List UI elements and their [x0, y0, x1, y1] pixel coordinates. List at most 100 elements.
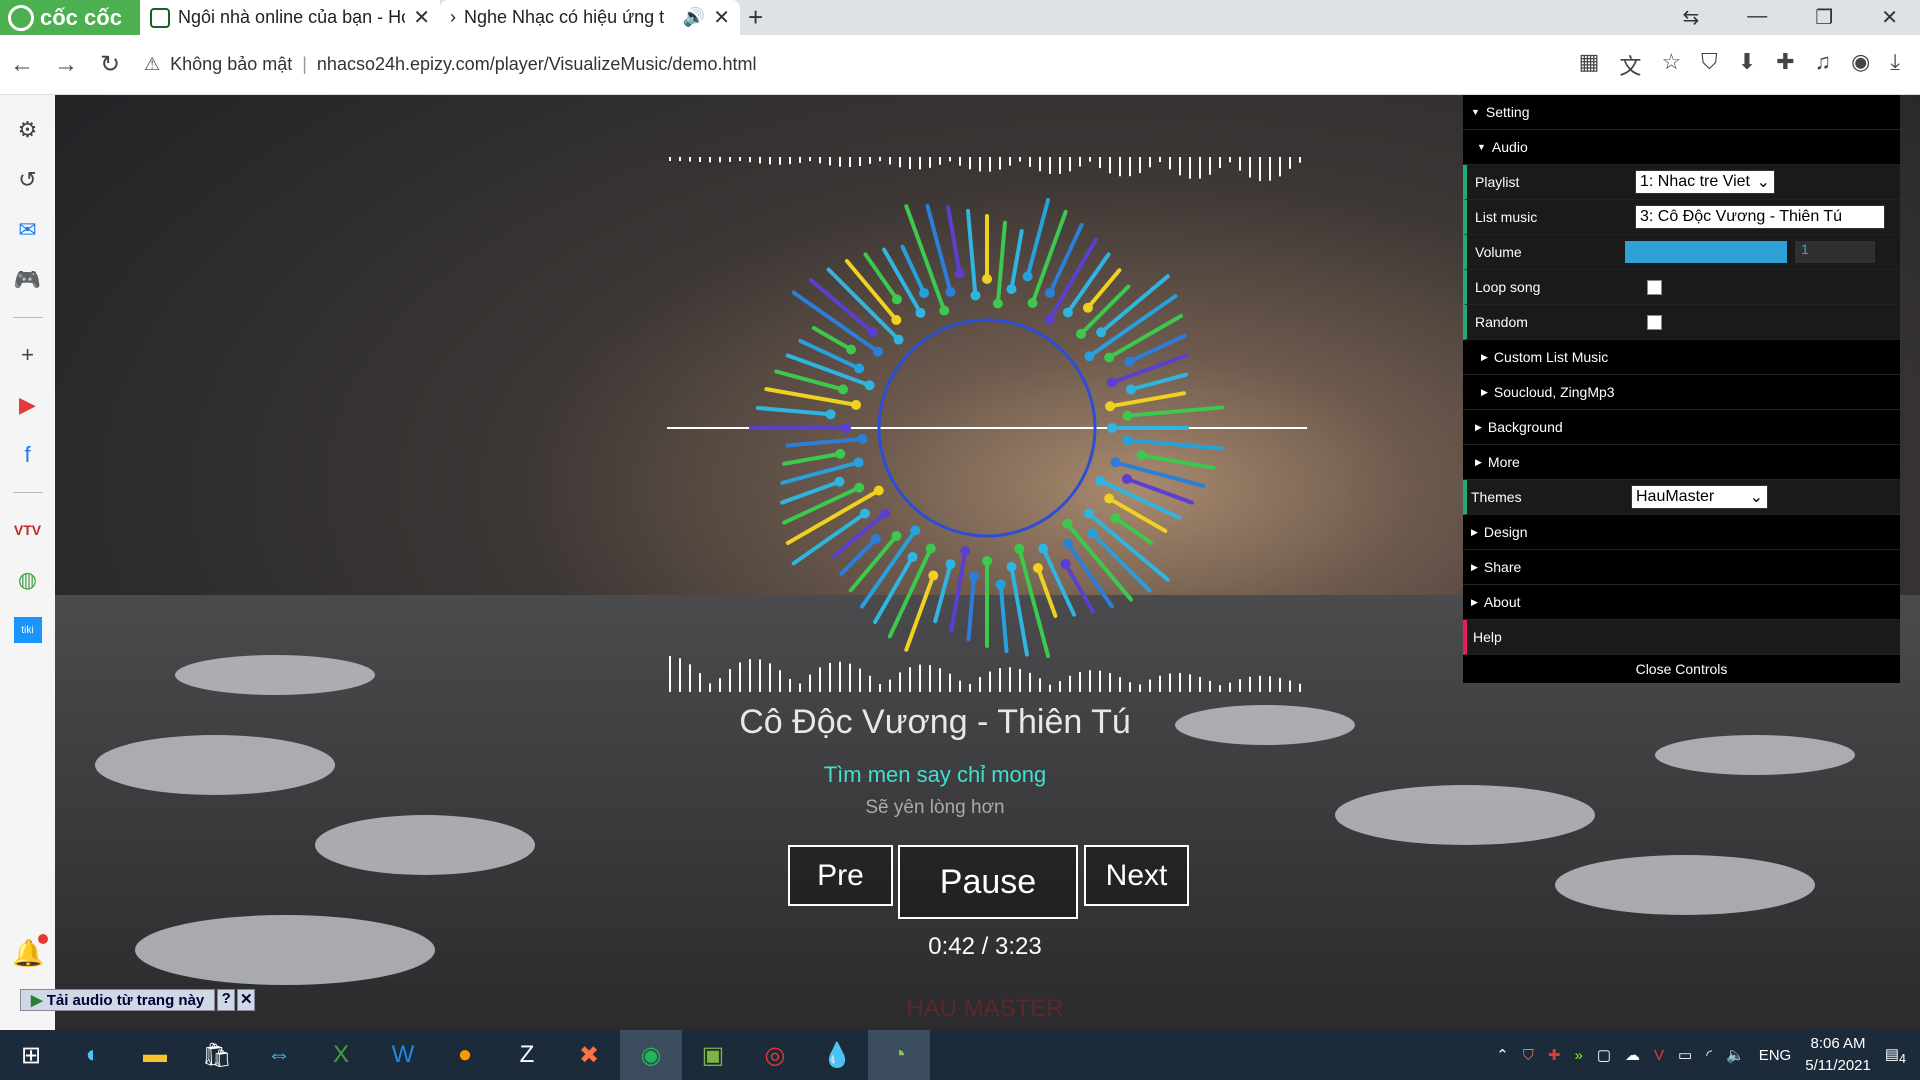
about-folder[interactable]: ▶ About [1463, 585, 1900, 620]
music-icon[interactable]: ♫ [1815, 49, 1832, 81]
speaker-icon[interactable]: 🔊 [683, 7, 705, 28]
loop-checkbox[interactable] [1647, 279, 1662, 295]
visualizer-ray-tip [945, 286, 956, 297]
volume-input[interactable]: 1 [1795, 241, 1875, 263]
browser-app-icon[interactable]: ● [434, 1030, 496, 1080]
visualizer-ray-tip [1105, 401, 1116, 412]
notification-center-icon[interactable]: ▤4 [1885, 1045, 1906, 1066]
new-tab-button[interactable]: + [748, 2, 763, 33]
chevron-up-icon[interactable]: ⌃ [1496, 1046, 1509, 1064]
download-audio-button[interactable]: ▶ Tải audio từ trang này [20, 989, 216, 1011]
word-app-icon[interactable]: W [372, 1030, 434, 1080]
themes-row: Themes HauMaster ⌄ [1463, 480, 1900, 515]
pause-button[interactable]: Pause [898, 845, 1078, 919]
next-button[interactable]: Next [1084, 845, 1189, 906]
edge-icon[interactable]: ◐ [62, 1030, 124, 1080]
background-folder[interactable]: ▶ Background [1463, 410, 1900, 445]
themes-select[interactable]: HauMaster ⌄ [1631, 485, 1768, 509]
more-folder[interactable]: ▶ More [1463, 445, 1900, 480]
add-icon[interactable]: + [14, 342, 42, 368]
app-tray-icon[interactable]: ✚ [1548, 1046, 1561, 1064]
audio-folder[interactable]: ▼ Audio [1463, 130, 1900, 165]
share-folder[interactable]: ▶ Share [1463, 550, 1900, 585]
playlist-select[interactable]: 1: Nhac tre Viet ⌄ [1635, 170, 1775, 194]
close-icon[interactable]: ✕ [237, 989, 256, 1011]
listmusic-select[interactable]: 3: Cô Độc Vương - Thiên Tú [1635, 205, 1885, 229]
back-icon[interactable]: ← [0, 51, 44, 79]
random-checkbox[interactable] [1647, 314, 1662, 330]
divider [12, 317, 43, 318]
gear-icon[interactable]: ⚙ [14, 117, 42, 143]
meet-icon[interactable]: ▢ [1597, 1046, 1611, 1064]
star-icon[interactable]: ☆ [1661, 49, 1681, 81]
translate-icon[interactable]: 文 [1619, 49, 1641, 81]
onedrive-icon[interactable]: ☁ [1625, 1046, 1640, 1064]
spotify-icon[interactable]: ◉ [620, 1030, 682, 1080]
play-icon: ▶ [31, 992, 47, 1009]
xampp-icon[interactable]: ✖ [558, 1030, 620, 1080]
zalo-icon[interactable]: Z [496, 1030, 558, 1080]
setting-folder[interactable]: ▼ Setting [1463, 95, 1900, 130]
custom-list-folder[interactable]: ▶ Custom List Music [1463, 340, 1900, 375]
url-field[interactable]: ⚠ Không bảo mật | nhacso24h.epizy.com/pl… [144, 54, 1579, 75]
history-icon[interactable]: ↺ [14, 167, 42, 193]
caret-right-icon: ▶ [1475, 456, 1482, 467]
bell-icon[interactable]: 🔔 [12, 934, 49, 969]
reload-icon[interactable]: ↻ [88, 50, 132, 79]
downloads-icon[interactable]: ⤓ [1890, 49, 1900, 81]
tab-2[interactable]: › Nghe Nhạc có hiệu ứng t 🔊 ✕ [440, 0, 740, 35]
close-icon[interactable]: ✕ [713, 5, 730, 30]
themes-value: HauMaster [1636, 488, 1715, 505]
clock[interactable]: 8:06 AM 5/11/2021 [1805, 1033, 1871, 1077]
visualizer-ray-tip [1096, 327, 1107, 338]
battery-icon[interactable]: ▭ [1678, 1046, 1692, 1064]
store-icon[interactable]: 🛍 [186, 1030, 248, 1080]
maximize-button[interactable]: ❐ [1815, 5, 1833, 30]
close-controls-button[interactable]: Close Controls [1463, 655, 1900, 683]
file-explorer-icon[interactable]: ▬ [124, 1030, 186, 1080]
game-icon[interactable]: 🎮 [14, 267, 42, 293]
shield-icon[interactable]: ⛉ [1701, 49, 1718, 81]
avast-icon[interactable]: ⛉ [1523, 1047, 1534, 1064]
wifi-icon[interactable]: ◜ [1706, 1046, 1712, 1064]
forward-icon[interactable]: → [44, 51, 88, 79]
qr-icon[interactable]: ▦ [1579, 49, 1600, 81]
profile-icon[interactable]: ◉ [1851, 49, 1870, 81]
excel-icon[interactable]: X [310, 1030, 372, 1080]
close-icon[interactable]: ✕ [413, 5, 430, 30]
volume-icon[interactable]: 🔈 [1726, 1046, 1745, 1064]
arrow-tray-icon[interactable]: » [1574, 1047, 1582, 1064]
more-label: More [1487, 454, 1520, 470]
teamviewer-icon[interactable]: ⇔ [248, 1030, 310, 1080]
browser-logo[interactable]: cốc cốc [0, 0, 140, 35]
volume-row: Volume 1 [1463, 235, 1900, 270]
design-folder[interactable]: ▶ Design [1463, 515, 1900, 550]
extensions-icon[interactable]: ✚ [1776, 49, 1794, 81]
tiki-icon[interactable]: tiki [13, 617, 42, 643]
help-row[interactable]: Help [1463, 620, 1900, 655]
paint-icon[interactable]: 💧 [806, 1030, 868, 1080]
language-indicator[interactable]: ENG [1759, 1047, 1792, 1064]
pre-button[interactable]: Pre [788, 845, 893, 906]
random-label: Random [1475, 314, 1528, 330]
volume-slider[interactable] [1625, 241, 1787, 263]
windows-start-icon[interactable]: ⊞ [0, 1030, 62, 1080]
help-icon[interactable]: ? [217, 989, 236, 1011]
download-icon[interactable]: ⬇ [1738, 49, 1756, 81]
vtray-icon[interactable]: V [1654, 1047, 1664, 1064]
coccoc-taskbar-icon[interactable]: ◔ [868, 1030, 930, 1080]
minimize-button[interactable]: — [1747, 5, 1767, 30]
youtube-icon[interactable]: ▶ [14, 392, 42, 418]
soucloud-folder[interactable]: ▶ Soucloud, ZingMp3 [1463, 375, 1900, 410]
tab-1[interactable]: Ngôi nhà online của bạn - Ho ✕ [140, 0, 440, 35]
lyric-next: Sẽ yên lòng hơn [865, 797, 1005, 818]
messenger-icon[interactable]: ✉ [14, 217, 42, 243]
facebook-icon[interactable]: f [14, 442, 42, 468]
close-window-button[interactable]: ✕ [1881, 5, 1898, 30]
vtv-icon[interactable]: VTV [14, 517, 42, 543]
tab-search-icon[interactable]: ⇆ [1683, 5, 1700, 30]
map-icon[interactable]: ◍ [14, 567, 42, 593]
chrome-icon[interactable]: ◎ [744, 1030, 806, 1080]
brand-label: cốc cốc [40, 4, 122, 30]
minecraft-icon[interactable]: ▣ [682, 1030, 744, 1080]
